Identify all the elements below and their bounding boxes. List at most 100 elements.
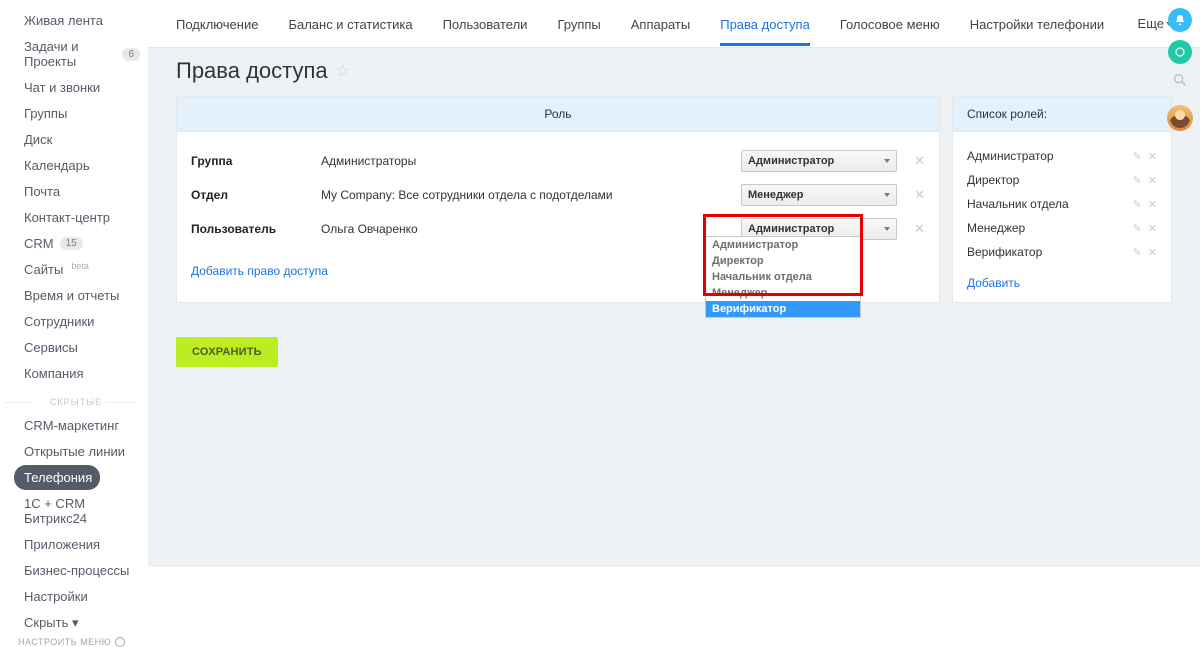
dropdown-option[interactable]: Менеджер <box>706 285 860 301</box>
row-label: Группа <box>191 154 321 168</box>
tab-balance[interactable]: Баланс и статистика <box>288 2 412 46</box>
sidebar-item-tasks[interactable]: Задачи и Проекты 6 <box>14 34 148 74</box>
tab-connection[interactable]: Подключение <box>176 2 258 46</box>
sidebar-item-apps[interactable]: Приложения <box>14 532 108 557</box>
sidebar-item-label: Сайты <box>24 262 63 277</box>
sidebar-item-contact-center[interactable]: Контакт-центр <box>14 205 118 230</box>
remove-row-button[interactable]: ✕ <box>897 221 925 237</box>
badge: 6 <box>122 48 140 61</box>
edit-icon[interactable]: ✎ <box>1133 198 1142 211</box>
badge: 15 <box>60 237 83 250</box>
role-select-department[interactable]: Менеджер <box>741 184 897 206</box>
sidebar-item-calendar[interactable]: Календарь <box>14 153 98 178</box>
sidebar-item-label: Приложения <box>24 537 100 552</box>
sidebar-configure-menu[interactable]: НАСТРОИТЬ МЕНЮ <box>14 637 148 647</box>
search-icon[interactable] <box>1172 72 1188 93</box>
delete-icon[interactable]: ✕ <box>1148 222 1157 235</box>
panel-role-header: Роль <box>177 97 939 132</box>
sidebar-item-disk[interactable]: Диск <box>14 127 60 152</box>
tab-access-rights[interactable]: Права доступа <box>720 2 810 46</box>
sidebar-item-label: Задачи и Проекты <box>24 39 116 69</box>
dropdown-option[interactable]: Директор <box>706 253 860 269</box>
delete-icon[interactable]: ✕ <box>1148 198 1157 211</box>
role-item: Начальник отдела ✎ ✕ <box>967 192 1157 216</box>
tab-telephony-settings[interactable]: Настройки телефонии <box>970 2 1104 46</box>
edit-icon[interactable]: ✎ <box>1133 246 1142 259</box>
sidebar-item-services[interactable]: Сервисы <box>14 335 86 360</box>
role-item: Верификатор ✎✕ <box>967 240 1157 264</box>
role-name: Администратор <box>967 149 1054 163</box>
delete-icon[interactable]: ✕ <box>1148 246 1157 259</box>
role-select-group[interactable]: Администратор <box>741 150 897 172</box>
sidebar-config-label: НАСТРОИТЬ МЕНЮ <box>18 637 111 647</box>
sidebar-item-label: 1С + CRM Битрикс24 <box>24 496 140 526</box>
sidebar-item-label: Календарь <box>24 158 90 173</box>
sidebar-item-business-processes[interactable]: Бизнес-процессы <box>14 558 137 583</box>
chat-icon[interactable] <box>1168 40 1192 64</box>
sidebar-item-hide[interactable]: Скрыть ▾ <box>14 610 87 636</box>
dropdown-option[interactable]: Администратор <box>706 237 860 253</box>
delete-icon[interactable]: ✕ <box>1148 174 1157 187</box>
sidebar-item-employees[interactable]: Сотрудники <box>14 309 102 334</box>
sidebar-item-label: Контакт-центр <box>24 210 110 225</box>
permission-row-department: Отдел My Company: Все сотрудники отдела … <box>191 178 925 212</box>
sidebar-item-groups[interactable]: Группы <box>14 101 75 126</box>
role-item: Директор ✎ ✕ <box>967 168 1157 192</box>
role-name: Директор <box>967 173 1019 187</box>
panel-roles-list: Список ролей: Администратор ✎✕ Директор … <box>952 96 1172 303</box>
sidebar-item-label: Настройки <box>24 589 88 604</box>
edit-icon[interactable]: ✎ <box>1133 222 1142 235</box>
sidebar-item-label: Сотрудники <box>24 314 94 329</box>
tab-devices[interactable]: Аппараты <box>631 2 690 46</box>
sidebar-item-chat[interactable]: Чат и звонки <box>14 75 108 100</box>
sidebar-item-feed[interactable]: Живая лента <box>14 8 111 33</box>
dropdown-option[interactable]: Начальник отдела <box>706 269 860 285</box>
row-value: Администраторы <box>321 154 741 168</box>
edit-icon[interactable]: ✎ <box>1133 150 1142 163</box>
right-rail <box>1160 0 1200 567</box>
sidebar-item-mail[interactable]: Почта <box>14 179 68 204</box>
sidebar-item-label: Телефония <box>24 470 92 485</box>
sidebar-item-1c-crm[interactable]: 1С + CRM Битрикс24 <box>14 491 148 531</box>
delete-icon[interactable]: ✕ <box>1148 150 1157 163</box>
save-button[interactable]: СОХРАНИТЬ <box>176 337 278 367</box>
sidebar-hidden-label: СКРЫТЫЕ <box>4 397 148 407</box>
sidebar-item-crm[interactable]: CRM 15 <box>14 231 91 256</box>
main-area: Подключение Баланс и статистика Пользова… <box>148 0 1200 567</box>
sidebar-item-crm-marketing[interactable]: CRM-маркетинг <box>14 413 127 438</box>
panel-permissions: Роль Группа Администраторы Администратор… <box>176 96 940 303</box>
tab-ivr[interactable]: Голосовое меню <box>840 2 940 46</box>
select-value: Администратор <box>748 223 834 235</box>
dropdown-option-selected[interactable]: Верификатор <box>706 301 860 317</box>
sidebar-item-time[interactable]: Время и отчеты <box>14 283 127 308</box>
role-item: Администратор ✎ ✕ <box>967 144 1157 168</box>
left-sidebar: Живая лента Задачи и Проекты 6 Чат и звон… <box>0 0 148 567</box>
user-avatar[interactable] <box>1167 105 1193 131</box>
row-value: My Company: Все сотрудники отдела с подо… <box>321 188 741 202</box>
remove-row-button[interactable]: ✕ <box>897 187 925 203</box>
sidebar-item-label: Диск <box>24 132 52 147</box>
select-value: Менеджер <box>748 189 804 201</box>
add-permission-link[interactable]: Добавить право доступа <box>191 264 328 278</box>
chevron-down-icon <box>884 193 890 197</box>
notifications-icon[interactable] <box>1168 8 1192 32</box>
sidebar-item-open-lines[interactable]: Открытые линии <box>14 439 133 464</box>
sidebar-item-company[interactable]: Компания <box>14 361 92 386</box>
sidebar-item-telephony[interactable]: Телефония <box>14 465 100 490</box>
edit-icon[interactable]: ✎ <box>1133 174 1142 187</box>
tab-users[interactable]: Пользователи <box>443 2 528 46</box>
favorite-star-icon[interactable]: ☆ <box>336 61 350 81</box>
sidebar-item-label: Открытые линии <box>24 444 125 459</box>
remove-row-button[interactable]: ✕ <box>897 153 925 169</box>
sidebar-item-sites[interactable]: Сайтыbeta <box>14 257 97 282</box>
role-name: Начальник отдела <box>967 197 1069 211</box>
sidebar-item-label: Группы <box>24 106 67 121</box>
role-dropdown-open: Администратор Директор Начальник отдела … <box>705 236 861 318</box>
tab-groups[interactable]: Группы <box>557 2 600 46</box>
gear-icon <box>115 637 125 647</box>
sidebar-item-settings[interactable]: Настройки <box>14 584 96 609</box>
sidebar-item-label: CRM <box>24 236 54 251</box>
chevron-down-icon <box>884 227 890 231</box>
add-role-link[interactable]: Добавить <box>967 276 1020 290</box>
sidebar-item-label: Компания <box>24 366 84 381</box>
